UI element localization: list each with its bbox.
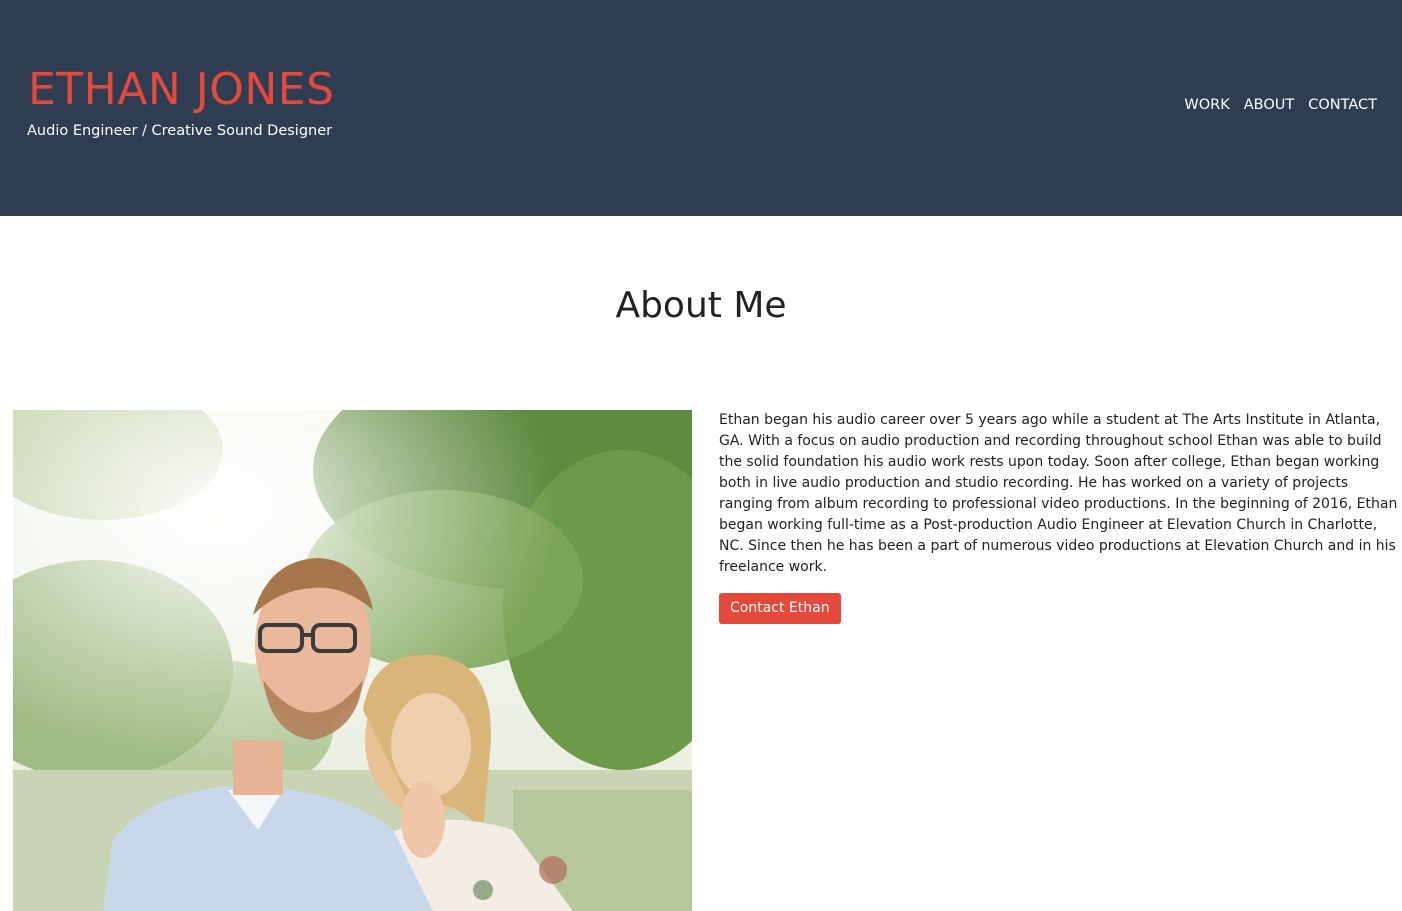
site-header: ETHAN JONES Audio Engineer / Creative So…	[0, 0, 1402, 216]
nav-link-about[interactable]: ABOUT	[1244, 97, 1295, 113]
section-title: About Me	[615, 285, 787, 326]
contact-ethan-button[interactable]: Contact Ethan	[719, 593, 841, 624]
brand-tagline: Audio Engineer / Creative Sound Designer	[27, 123, 333, 139]
brand-name[interactable]: ETHAN JONES	[28, 64, 335, 115]
nav-link-work[interactable]: WORK	[1184, 97, 1229, 113]
bio-text: Ethan began his audio career over 5 year…	[719, 412, 1398, 575]
couple-photo-illustration	[13, 410, 692, 911]
profile-photo	[13, 410, 692, 911]
nav-link-contact[interactable]: CONTACT	[1308, 97, 1377, 113]
main-nav: WORK ABOUT CONTACT	[1184, 97, 1377, 113]
